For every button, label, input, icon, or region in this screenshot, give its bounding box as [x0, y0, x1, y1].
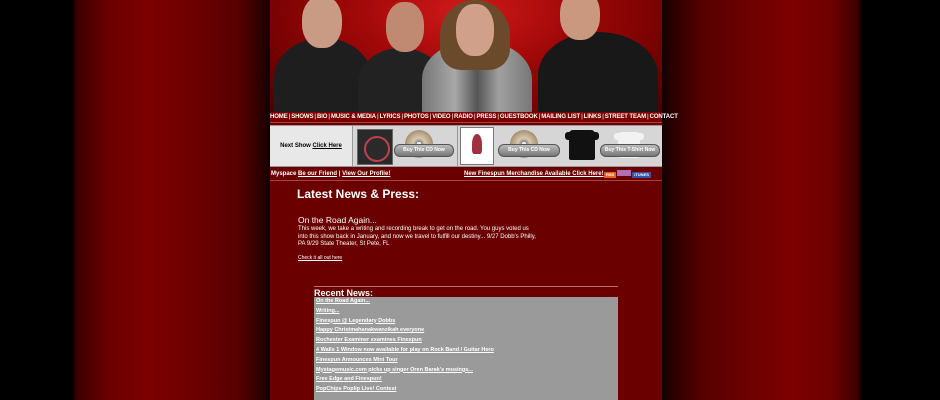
next-show-label: Next Show	[280, 143, 311, 149]
band-member-2-head	[386, 2, 424, 52]
nav-item-lyrics[interactable]: LYRICS	[380, 114, 401, 120]
merch-link-wrap: New Finespun Merchandise Available Click…	[464, 171, 604, 177]
album-art-icon	[472, 134, 482, 154]
shirt-promo: Buy This T-Shirt Now	[562, 126, 662, 166]
recent-news-item[interactable]: Finespun Announces Mini Tour	[316, 357, 398, 363]
nav-item-shows[interactable]: SHOWS	[291, 114, 313, 120]
band-member-4-head	[560, 0, 600, 40]
nav-separator: |	[314, 114, 316, 120]
news-body: This week, we take a writing and recordi…	[298, 226, 536, 247]
recent-news-item[interactable]: Rochester Examiner examines Finespun	[316, 337, 422, 343]
nav-item-press[interactable]: PRESS	[476, 114, 496, 120]
recent-news-item[interactable]: Writing...	[316, 308, 339, 314]
recent-news-item[interactable]: Finespun @ Legendary Dobbs	[316, 318, 395, 324]
next-show-link[interactable]: Click Here	[312, 143, 341, 149]
divider	[270, 180, 662, 181]
nav-item-photos[interactable]: PHOTOS	[404, 114, 429, 120]
nav-item-radio[interactable]: RADIO	[454, 114, 473, 120]
main-content: HOME|SHOWS|BIO|MUSIC & MEDIA|LYRICS|PHOT…	[270, 0, 678, 400]
link-bar: Myspace Be our Friend | View Our Profile…	[270, 169, 662, 179]
nav-separator: |	[497, 114, 499, 120]
buy-cd-button-1[interactable]: Buy This CD Now	[394, 144, 454, 157]
cd-promo-2: Buy This CD Now	[458, 126, 563, 166]
nav-item-contact[interactable]: CONTACT	[650, 114, 678, 120]
nav-item-music-media[interactable]: MUSIC & MEDIA	[331, 114, 376, 120]
news-title: On the Road Again...	[298, 215, 377, 225]
buy-shirt-button[interactable]: Buy This T-Shirt Now	[600, 144, 660, 157]
nav-separator: |	[401, 114, 404, 120]
feed-icons: RSS iTUNES	[604, 170, 652, 178]
myspace-label: Myspace	[271, 171, 297, 177]
next-show-cell: Next Show Click Here	[270, 126, 353, 166]
itunes-icon[interactable]: iTUNES	[632, 172, 651, 178]
merch-link[interactable]: New Finespun Merchandise Available Click…	[464, 171, 604, 177]
background-right	[662, 0, 940, 400]
nav-separator: |	[288, 114, 291, 120]
nav-item-bio[interactable]: BIO	[317, 114, 327, 120]
main-navigation: HOME|SHOWS|BIO|MUSIC & MEDIA|LYRICS|PHOT…	[270, 112, 678, 123]
latest-news-heading: Latest News & Press:	[297, 187, 420, 201]
recent-news-item[interactable]: On the Road Again...	[316, 298, 370, 304]
nav-separator: |	[451, 114, 454, 120]
nav-item-guestbook[interactable]: GUESTBOOK	[500, 114, 538, 120]
view-profile-link[interactable]: View Our Profile!	[342, 171, 390, 177]
band-member-1-head	[302, 0, 342, 48]
nav-separator: |	[581, 114, 583, 120]
nav-separator: |	[602, 114, 604, 120]
album-cover-2[interactable]	[460, 127, 494, 165]
recent-news-list: On the Road Again... Writing... Finespun @…	[314, 297, 618, 400]
buy-cd-button-2[interactable]: Buy This CD Now	[498, 144, 560, 157]
rss-icon[interactable]: RSS	[604, 172, 617, 178]
nav-item-mailing-list[interactable]: MAILING LIST	[541, 114, 580, 120]
recent-news-item[interactable]: 4 Walls 1 Window now available for play …	[316, 347, 494, 353]
myspace-icon[interactable]	[617, 170, 632, 176]
nav-separator: |	[647, 114, 649, 120]
nav-item-links[interactable]: LINKS	[584, 114, 602, 120]
nav-item-home[interactable]: HOME	[270, 114, 288, 120]
window-scrollbar[interactable]	[922, 0, 940, 400]
background-left	[0, 0, 270, 400]
recent-news-divider	[314, 286, 618, 287]
nav-item-street-team[interactable]: STREET TEAM	[605, 114, 646, 120]
black-shirt-icon[interactable]	[565, 128, 599, 162]
check-it-out-link[interactable]: Check it all out here	[298, 255, 342, 261]
nav-separator: |	[328, 114, 330, 120]
band-member-4	[538, 32, 658, 112]
album-cover-1[interactable]	[357, 129, 393, 165]
band-member-3-head	[456, 4, 494, 56]
nav-item-video[interactable]: VIDEO	[432, 114, 450, 120]
be-our-friend-link[interactable]: Be our Friend	[298, 171, 337, 177]
recent-news-item[interactable]: Free Edge and Finespun!	[316, 376, 382, 382]
nav-separator: |	[376, 114, 379, 120]
album-logo-icon	[364, 136, 390, 162]
cd-promo-1: Buy This CD Now	[353, 126, 458, 166]
recent-news-item[interactable]: Mystagemusic.com picks up singer Oren Ba…	[316, 367, 473, 373]
recent-news-item[interactable]: Happy Christmahanakwanzikah everyone	[316, 327, 424, 333]
band-photo	[270, 0, 662, 112]
recent-news-item[interactable]: PopChips Poplip Live! Contest	[316, 386, 396, 392]
link-separator: |	[338, 171, 341, 177]
promo-strip: Next Show Click Here Buy This CD Now Buy…	[270, 125, 662, 167]
myspace-links: Myspace Be our Friend | View Our Profile…	[271, 171, 390, 177]
